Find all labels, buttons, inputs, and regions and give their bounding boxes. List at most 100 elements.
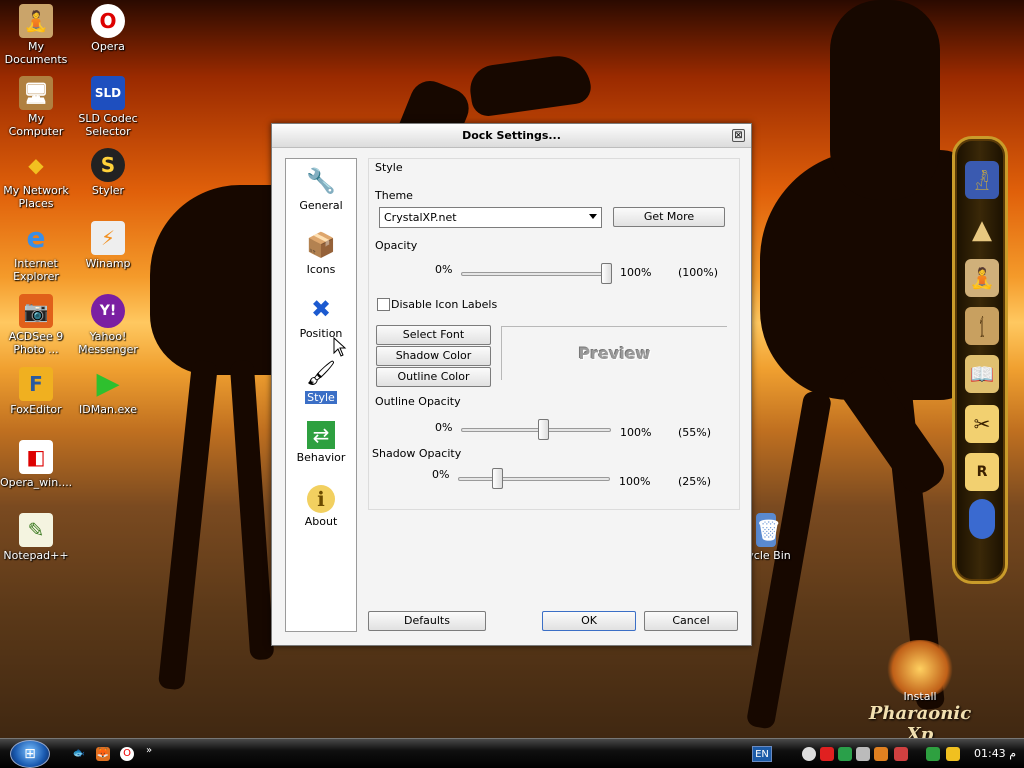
camel-left-head [467, 51, 593, 119]
clock[interactable]: 01:43 م [974, 747, 1016, 760]
network-icon: ◆ [28, 153, 44, 177]
desktop-icon-yahoo[interactable]: Y! Yahoo! Messenger [72, 294, 144, 356]
settings-sidebar: 🔧 General 📦 Icons ✖ Position 🖌 Style ⇄ B… [285, 158, 357, 632]
outline-opacity-slider-thumb[interactable] [538, 419, 549, 440]
opera-icon: O [91, 4, 125, 38]
sidebar-item-label: Behavior [296, 451, 346, 464]
sidebar-item-general[interactable]: 🔧 General [286, 165, 356, 212]
dock-scroll-icon[interactable]: R [965, 453, 999, 491]
foxeditor-icon: F [19, 367, 53, 401]
mouse-cursor-icon [333, 337, 347, 357]
dock-pharaoh-icon[interactable]: 𓁚 [965, 161, 999, 199]
sidebar-item-label: General [299, 199, 343, 212]
desktop-icon-internet-explorer[interactable]: e Internet Explorer [0, 221, 72, 283]
quicklaunch-more-icon[interactable]: » [142, 744, 156, 758]
disable-icon-labels-checkbox[interactable] [377, 298, 390, 311]
position-arrows-icon: ✖ [310, 295, 332, 323]
behavior-arrows-icon: ⇄ [307, 421, 335, 449]
font-preview: Preview [501, 326, 727, 380]
sld-codec-icon: SLD [91, 76, 125, 110]
dock-tools-icon[interactable]: ✂ [965, 405, 999, 443]
desktop-icon-styler[interactable]: S Styler [72, 148, 144, 197]
shadow-color-button[interactable]: Shadow Color [376, 346, 491, 366]
desktop-icon-sld-codec[interactable]: SLD SLD Codec Selector [72, 76, 144, 138]
cancel-button[interactable]: Cancel [644, 611, 738, 631]
desktop-icon-label: Notepad++ [3, 549, 69, 562]
tray-tool-icon[interactable] [946, 747, 960, 761]
computer-icon: 🖥 [19, 76, 53, 110]
desktop-icon-label: ACDSee 9 Photo ... [8, 330, 64, 356]
dock-capsule-icon[interactable] [969, 499, 995, 539]
get-more-button[interactable]: Get More [613, 207, 725, 227]
sidebar-item-about[interactable]: ℹ About [286, 485, 356, 528]
tray-download-icon[interactable] [894, 747, 908, 761]
desktop-icon-label: Winamp [85, 257, 131, 270]
quicklaunch-opera-icon[interactable]: O [120, 747, 134, 761]
desktop-icon-label: My Computer [8, 112, 64, 138]
desktop-icon-label: Opera [91, 40, 125, 53]
taskbar: ⊞ 🐟 🦊 O » EN 01:43 م [0, 738, 1024, 768]
dock-harp-icon[interactable]: 𓌀 [965, 307, 999, 345]
disable-icon-labels-label: Disable Icon Labels [391, 298, 498, 311]
desktop-icon-foxeditor[interactable]: F FoxEditor [0, 367, 72, 416]
ok-button[interactable]: OK [542, 611, 636, 631]
desktop-icon-acdsee[interactable]: 📷 ACDSee 9 Photo ... [0, 294, 72, 356]
camel-right-hump [830, 0, 940, 200]
shadow-opacity-slider-thumb[interactable] [492, 468, 503, 489]
dock-scribe-icon[interactable]: 🧘 [965, 259, 999, 297]
desktop-icon-my-network[interactable]: ◆ My Network Places [0, 148, 72, 210]
tray-antivirus-icon[interactable] [820, 747, 834, 761]
desktop-icon-label: Opera_win.... [0, 476, 73, 489]
sidebar-item-behavior[interactable]: ⇄ Behavior [286, 421, 356, 464]
opacity-slider-track [461, 272, 611, 276]
desktop-icon-notepadpp[interactable]: ✎ Notepad++ [0, 513, 72, 562]
start-button[interactable]: ⊞ [10, 740, 50, 768]
winamp-icon: ⚡ [91, 221, 125, 255]
tray-battery-icon[interactable] [926, 747, 940, 761]
desktop-icon-label: SLD Codec Selector [78, 112, 138, 138]
defaults-button[interactable]: Defaults [368, 611, 486, 631]
shadow-opacity-min: 0% [432, 468, 450, 481]
dock-settings-dialog: Dock Settings... ⊠ 🔧 General 📦 Icons ✖ P… [271, 123, 752, 646]
tray-speaker-icon[interactable] [856, 747, 870, 761]
outline-color-button[interactable]: Outline Color [376, 367, 491, 387]
theme-value: CrystalXP.net [384, 211, 457, 224]
dock-bar: 𓁚 ▲ 🧘 𓌀 📖 ✂ R [952, 136, 1008, 584]
desktop-icon-opera-installer[interactable]: ◧ Opera_win.... [0, 440, 72, 489]
language-indicator[interactable]: EN [752, 746, 772, 762]
desktop-icon-label: IDMan.exe [79, 403, 137, 416]
desktop-icon-my-computer[interactable]: 🖥 My Computer [0, 76, 72, 138]
opacity-value: (100%) [678, 266, 719, 279]
sidebar-item-icons[interactable]: 📦 Icons [286, 229, 356, 276]
yahoo-messenger-icon: Y! [91, 294, 125, 328]
dock-book-icon[interactable]: 📖 [965, 355, 999, 393]
internet-explorer-icon: e [26, 221, 46, 254]
box-icon: 📦 [306, 231, 336, 259]
select-font-button[interactable]: Select Font [376, 325, 491, 345]
chevron-down-icon [589, 214, 597, 219]
desktop-icon-label: My Network Places [3, 184, 69, 210]
dock-pyramids-icon[interactable]: ▲ [965, 211, 999, 249]
quicklaunch-fish-icon[interactable]: 🐟 [72, 747, 86, 761]
sidebar-item-label: About [304, 515, 338, 528]
style-group-label: Style [375, 161, 403, 174]
sidebar-item-label: Style [305, 391, 337, 404]
tray-status-icon[interactable] [802, 747, 816, 761]
opacity-min: 0% [435, 263, 453, 276]
tray-flag-icon[interactable] [838, 747, 852, 761]
installer-icon: ◧ [19, 440, 53, 474]
desktop-icon-opera[interactable]: O Opera [72, 4, 144, 53]
opacity-label: Opacity [375, 239, 418, 252]
sidebar-item-style[interactable]: 🖌 Style [286, 357, 356, 404]
notepad-icon: ✎ [19, 513, 53, 547]
tray-network-icon[interactable] [874, 747, 888, 761]
desktop-icon-winamp[interactable]: ⚡ Winamp [72, 221, 144, 270]
opacity-slider-thumb[interactable] [601, 263, 612, 284]
close-icon[interactable]: ⊠ [732, 129, 745, 142]
desktop-icon-idman[interactable]: ▶ IDMan.exe [72, 367, 144, 417]
desktop-icon-my-documents[interactable]: 🧘 My Documents [0, 4, 72, 66]
theme-select[interactable]: CrystalXP.net [379, 207, 602, 228]
theme-label: Theme [375, 189, 413, 202]
quicklaunch-firefox-icon[interactable]: 🦊 [96, 747, 110, 761]
sidebar-item-position[interactable]: ✖ Position [286, 293, 356, 340]
